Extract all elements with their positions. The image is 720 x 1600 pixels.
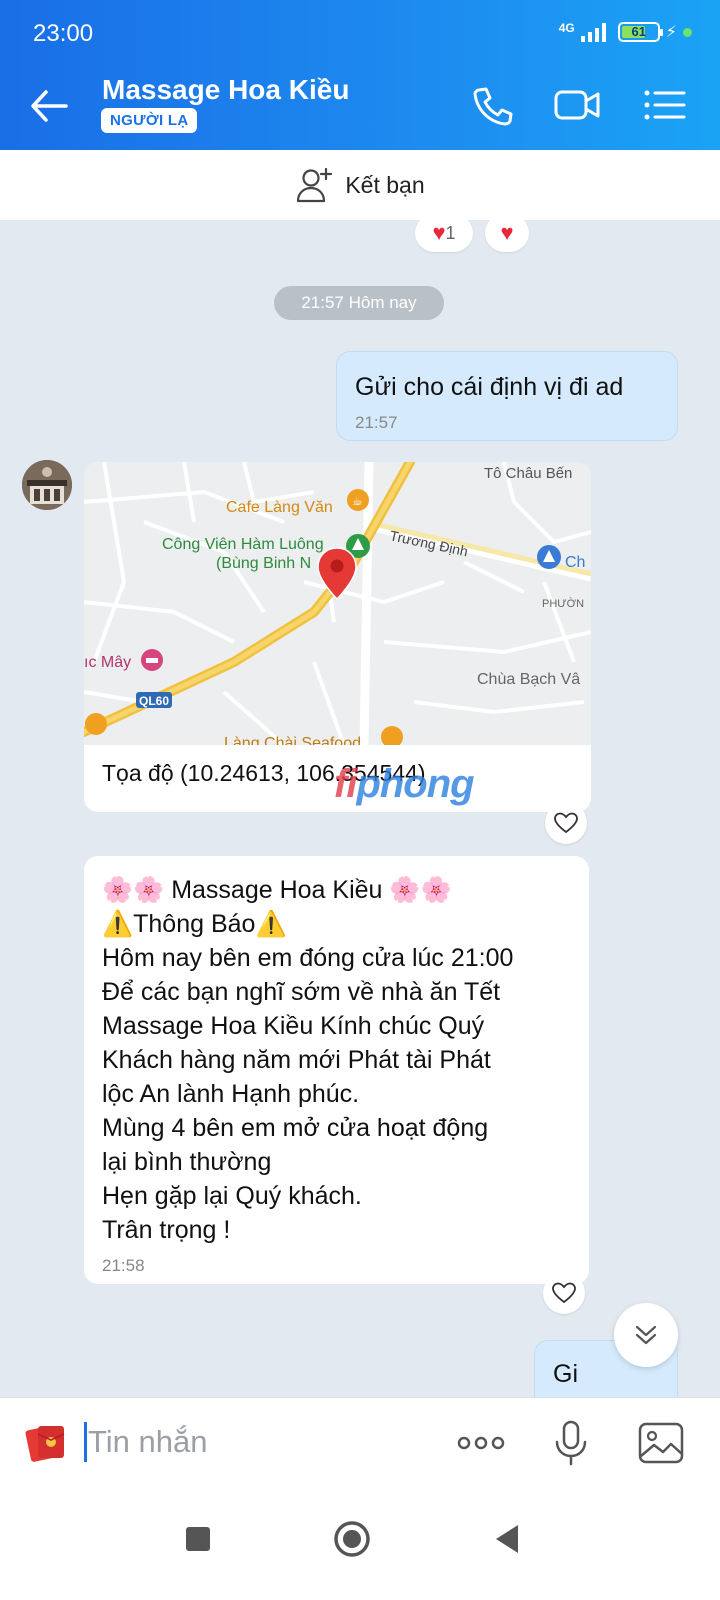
- stranger-badge: NGƯỜI LẠ: [101, 108, 198, 133]
- more-options-button[interactable]: [456, 1418, 506, 1468]
- location-card[interactable]: Tô Châu Bến Cafe Làng Văn ☕ Công Viên Hà…: [84, 462, 591, 812]
- map-label: Tô Châu Bến: [484, 465, 572, 482]
- map-label: (Bùng Binh N: [216, 555, 311, 572]
- back-arrow-icon: [31, 90, 68, 122]
- network-type: 4G: [558, 21, 575, 35]
- avatar[interactable]: [22, 460, 72, 510]
- map-preview[interactable]: Tô Châu Bến Cafe Làng Văn ☕ Công Viên Hà…: [84, 462, 591, 745]
- announcement-line: Trân trọng !: [102, 1216, 231, 1244]
- send-image-button[interactable]: [636, 1418, 686, 1468]
- voice-message-button[interactable]: [546, 1418, 596, 1468]
- options-menu-button[interactable]: [642, 84, 688, 126]
- status-icons: 4G 61 ⚡: [559, 22, 692, 42]
- contact-name[interactable]: Massage Hoa Kiều: [102, 74, 349, 106]
- signal-icon: [580, 22, 606, 42]
- map-label: Cafe Làng Văn: [226, 499, 333, 516]
- message-time: 21:58: [102, 1256, 145, 1275]
- privacy-dot-icon: [683, 27, 692, 37]
- chevron-double-down-icon: [635, 1325, 657, 1345]
- status-time: 23:00: [33, 20, 94, 47]
- message-bubble-outgoing[interactable]: Gửi cho cái định vị đi ad 21:57: [336, 351, 678, 441]
- video-call-icon: [554, 90, 600, 120]
- announcement-line: Khách hàng năm mới Phát tài Phát: [102, 1046, 491, 1074]
- announcement-line: lộc An lành Hạnh phúc.: [102, 1080, 360, 1108]
- announcement-line: Mùng 4 bên em mở cửa hoạt động: [102, 1114, 489, 1142]
- heart-icon: ♥: [500, 220, 514, 245]
- svg-text:☕: ☕: [352, 494, 363, 508]
- menu-list-icon: [644, 90, 686, 120]
- scroll-to-bottom-button[interactable]: [614, 1303, 678, 1367]
- announcement-line: 🌸🌸 Massage Hoa Kiều 🌸🌸: [102, 876, 452, 904]
- message-bubble-incoming[interactable]: 🌸🌸 Massage Hoa Kiều 🌸🌸 ⚠️Thông Báo⚠️ Hôm…: [84, 856, 589, 1284]
- map-label: QL60: [139, 694, 169, 708]
- red-envelope-sticker-icon: [25, 1426, 65, 1462]
- message-text: Gửi cho cái định vị đi ad: [355, 373, 624, 401]
- back-nav-button[interactable]: [486, 1517, 530, 1561]
- reaction-count: 1: [445, 222, 456, 243]
- heart-icon: ♥: [432, 220, 446, 245]
- react-heart-button[interactable]: ♥: [485, 220, 529, 252]
- message-text: Gi: [553, 1360, 578, 1388]
- add-friend-label: Kết bạn: [345, 171, 425, 198]
- back-button[interactable]: [28, 86, 70, 126]
- map-label: PHƯỜN: [542, 597, 584, 610]
- heart-outline-icon: [554, 812, 578, 834]
- map-label: Công Viên Hàm Luông: [162, 536, 324, 553]
- announcement-line: Hôm nay bên em đóng cửa lúc 21:00: [102, 944, 514, 972]
- watermark: fiphong: [334, 762, 475, 806]
- message-time: 21:57: [355, 413, 398, 432]
- chat-area[interactable]: ♥ 1 ♥ 21:57 Hôm nay Gửi cho cái định vị …: [0, 220, 720, 1397]
- map-label: Ch: [565, 554, 585, 571]
- sticker-button[interactable]: [24, 1420, 68, 1464]
- status-bar: 23:00 4G 61 ⚡: [0, 0, 720, 62]
- map-label: Chùa Bạch Vâ: [477, 671, 580, 688]
- announcement-line: Hẹn gặp lại Quý khách.: [102, 1182, 362, 1210]
- video-call-button[interactable]: [554, 84, 600, 126]
- message-input[interactable]: [88, 1418, 428, 1466]
- announcement-line: Để các bạn nghĩ sớm về nhà ăn Tết: [102, 978, 501, 1006]
- charging-icon: ⚡: [665, 24, 677, 41]
- phone-icon: [473, 87, 513, 126]
- add-person-icon: [297, 167, 333, 203]
- map-label: Làng Chài Seafood: [224, 735, 361, 745]
- date-separator: 21:57 Hôm nay: [274, 286, 444, 320]
- microphone-icon: [555, 1420, 587, 1466]
- announcement-line: Massage Hoa Kiều Kính chúc Quý: [102, 1012, 485, 1040]
- nav-circle-icon: [334, 1521, 370, 1557]
- map-label: ıc Mây: [84, 654, 131, 671]
- recent-apps-button[interactable]: [176, 1517, 220, 1561]
- more-dots-icon: [457, 1436, 505, 1450]
- react-button[interactable]: [545, 802, 587, 844]
- home-button[interactable]: [330, 1517, 374, 1561]
- nav-square-icon: [186, 1527, 210, 1551]
- reaction-summary[interactable]: ♥ 1: [415, 220, 473, 252]
- battery-level: 61: [631, 24, 646, 39]
- call-button[interactable]: [470, 84, 516, 126]
- announcement-line: lại bình thường: [102, 1148, 272, 1176]
- text-cursor: [84, 1422, 87, 1462]
- system-navigation-bar: [0, 1485, 720, 1600]
- add-friend-button[interactable]: Kết bạn: [0, 150, 720, 220]
- image-icon: [638, 1422, 684, 1464]
- heart-outline-icon: [552, 1282, 576, 1304]
- top-app-bar: 23:00 4G 61 ⚡ Massage Hoa Kiều NGƯỜI LẠ: [0, 0, 720, 150]
- nav-back-triangle-icon: [496, 1525, 518, 1553]
- announcement-text: 🌸🌸 Massage Hoa Kiều 🌸🌸 ⚠️Thông Báo⚠️ Hôm…: [102, 873, 587, 1247]
- react-button[interactable]: [543, 1272, 585, 1314]
- battery-icon: 61: [617, 22, 663, 42]
- message-input-bar: [0, 1397, 720, 1485]
- announcement-line: ⚠️Thông Báo⚠️: [102, 910, 287, 938]
